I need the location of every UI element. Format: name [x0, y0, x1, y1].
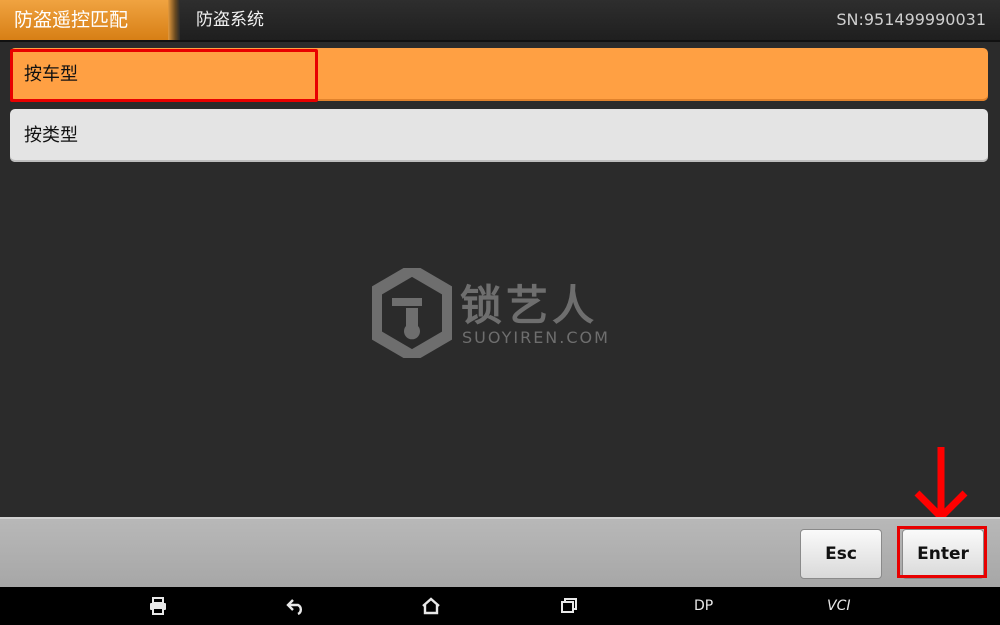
watermark-logo-icon: [372, 268, 452, 358]
esc-button[interactable]: Esc: [800, 529, 882, 579]
action-bar: Esc Enter: [0, 517, 1000, 589]
watermark-english-text: SUOYIREN.COM: [462, 328, 610, 347]
tab-separator: [168, 0, 180, 40]
menu-item-by-type[interactable]: 按类型: [10, 109, 988, 162]
home-icon[interactable]: [421, 597, 441, 615]
annotation-enter-box: [897, 526, 987, 578]
system-navbar: DP VCI: [0, 587, 1000, 625]
annotation-highlight-box: [10, 49, 318, 102]
print-icon[interactable]: [148, 597, 168, 615]
vci-button[interactable]: VCI: [827, 587, 850, 625]
down-arrow-icon: [914, 447, 968, 522]
serial-number: SN:951499990031: [836, 10, 986, 29]
dp-button[interactable]: DP: [694, 587, 713, 625]
back-icon[interactable]: [286, 597, 306, 615]
breadcrumb[interactable]: 防盗系统: [196, 0, 264, 40]
app-title-tab[interactable]: 防盗遥控匹配: [0, 0, 168, 40]
watermark-chinese-text: 锁艺人: [460, 281, 599, 330]
recent-apps-icon[interactable]: [559, 597, 579, 615]
title-bar: 防盗遥控匹配 防盗系统 SN:951499990031: [0, 0, 1000, 42]
